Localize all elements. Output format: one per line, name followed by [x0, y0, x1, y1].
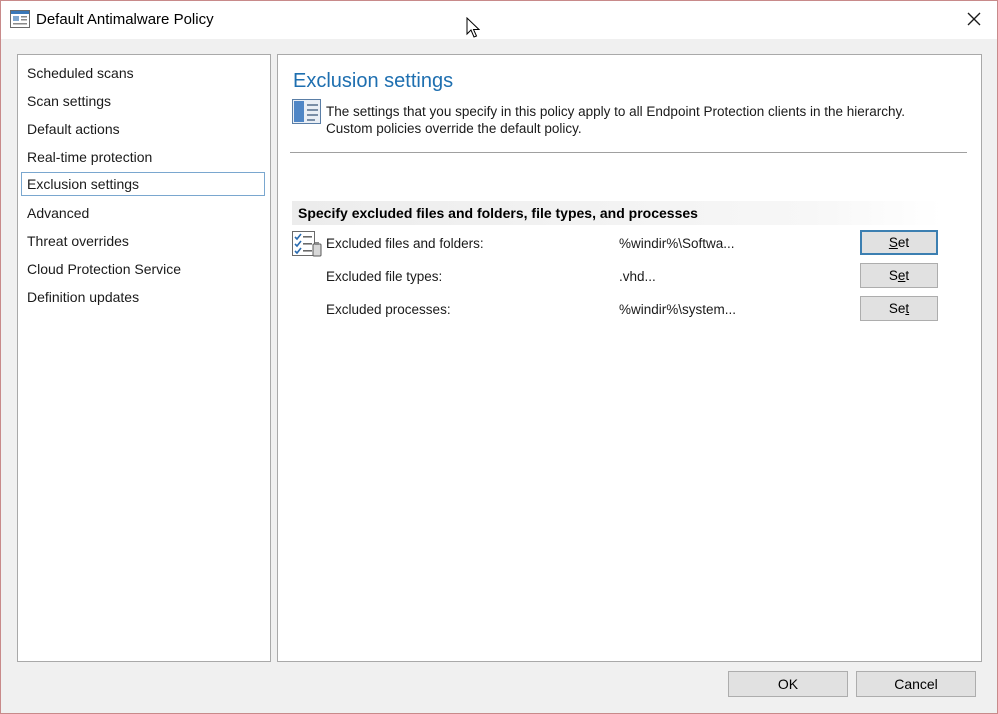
section-header: Specify excluded files and folders, file… [292, 201, 942, 225]
ok-button[interactable]: OK [728, 671, 848, 697]
excluded-files-folders-value: %windir%\Softwa... [619, 236, 735, 251]
excluded-file-types-value: .vhd... [619, 269, 656, 284]
set-excluded-processes-button[interactable]: Set [860, 296, 938, 321]
mouse-cursor-icon [466, 17, 480, 38]
nav-item-scheduled-scans[interactable]: Scheduled scans [21, 61, 265, 85]
nav-item-real-time-protection[interactable]: Real-time protection [21, 145, 265, 169]
nav-item-exclusion-settings[interactable]: Exclusion settings [21, 172, 265, 196]
set-excluded-files-folders-button[interactable]: Set [860, 230, 938, 255]
cancel-button[interactable]: Cancel [856, 671, 976, 697]
divider [290, 152, 967, 153]
nav-item-advanced[interactable]: Advanced [21, 201, 265, 225]
set-button-accel: t [905, 301, 910, 316]
title-bar[interactable]: Default Antimalware Policy [1, 1, 997, 39]
window-app-icon [10, 10, 30, 28]
nav-item-definition-updates[interactable]: Definition updates [21, 285, 265, 309]
set-button-rest: t [905, 268, 910, 283]
window-title: Default Antimalware Policy [36, 11, 214, 28]
nav-item-scan-settings[interactable]: Scan settings [21, 89, 265, 113]
dialog-window: Default Antimalware Policy Scheduled sca… [0, 0, 998, 714]
set-excluded-file-types-button[interactable]: Set [860, 263, 938, 288]
nav-item-cloud-protection-service[interactable]: Cloud Protection Service [21, 257, 265, 281]
policy-info-icon [292, 99, 321, 124]
set-button-pre: S [888, 268, 898, 283]
excluded-files-folders-label: Excluded files and folders: [326, 236, 484, 251]
set-button-pre: Se [888, 301, 906, 316]
page-title: Exclusion settings [293, 70, 454, 92]
set-button-rest: et [897, 235, 910, 250]
checklist-icon [292, 231, 322, 257]
set-button-accel: S [888, 235, 898, 250]
excluded-processes-value: %windir%\system... [619, 302, 737, 317]
excluded-file-types-label: Excluded file types: [326, 269, 443, 284]
policy-description-line-2: Custom policies override the default pol… [326, 121, 582, 136]
policy-description: The settings that you specify in this po… [326, 103, 966, 137]
nav-item-default-actions[interactable]: Default actions [21, 117, 265, 141]
policy-description-line-1: The settings that you specify in this po… [326, 104, 906, 119]
excluded-processes-label: Excluded processes: [326, 302, 451, 317]
close-icon [967, 12, 981, 26]
close-button[interactable] [955, 2, 993, 36]
settings-content-panel: Exclusion settings The settings that you… [277, 54, 982, 662]
settings-nav-panel: Scheduled scans Scan settings Default ac… [17, 54, 271, 662]
nav-item-threat-overrides[interactable]: Threat overrides [21, 229, 265, 253]
